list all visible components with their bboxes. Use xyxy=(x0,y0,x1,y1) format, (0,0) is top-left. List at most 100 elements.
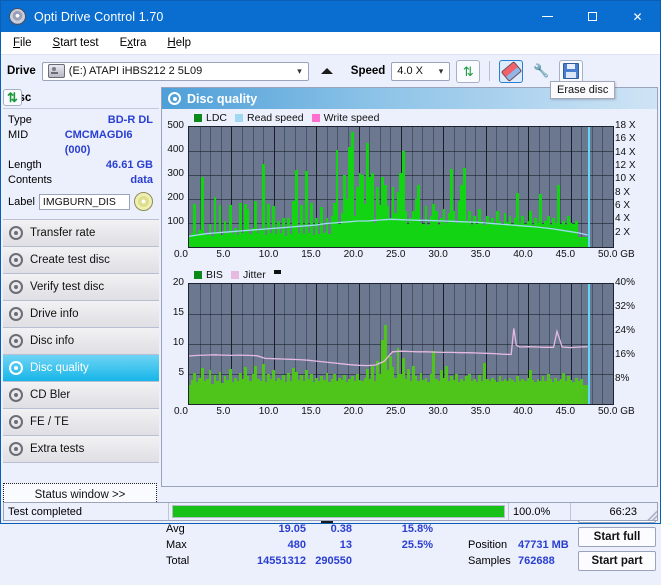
y2-axis-tick-label: 24% xyxy=(615,325,636,336)
legend-swatch-bis xyxy=(194,271,202,279)
chevron-down-icon: ▾ xyxy=(297,65,302,76)
disc-panel-header: Disc ⇅ xyxy=(3,87,159,109)
y2-axis-tick-label: 12 X xyxy=(615,160,636,171)
progress-track xyxy=(172,505,505,518)
progress-fill xyxy=(173,506,504,517)
samples-label: Samples xyxy=(468,555,511,567)
maximize-button[interactable] xyxy=(570,1,615,32)
stats-row-max-label: Max xyxy=(166,539,187,551)
close-button[interactable]: ✕ xyxy=(615,1,660,32)
disc-icon xyxy=(9,253,23,267)
close-icon: ✕ xyxy=(632,9,643,24)
chart-cursor-line xyxy=(587,284,590,404)
y2-axis-tick-label: 32% xyxy=(615,301,636,312)
stats-jitter-avg: 15.8% xyxy=(401,523,433,535)
window-controls: ✕ xyxy=(525,1,660,32)
sidebar-item-extra-tests[interactable]: Extra tests xyxy=(3,436,159,463)
refresh-icon: ⇅ xyxy=(7,90,18,105)
sidebar-item-disc-quality[interactable]: Disc quality xyxy=(3,355,159,382)
sidebar-item-drive-info[interactable]: Drive info xyxy=(3,301,159,328)
stats-jitter-max: 25.5% xyxy=(401,539,433,551)
chevron-down-icon: ▾ xyxy=(438,65,444,76)
save-button[interactable] xyxy=(559,59,584,83)
tools-button[interactable]: 🔧 xyxy=(529,60,553,83)
stats-ldc-avg: 19.05 xyxy=(278,523,306,535)
x-axis-tick-label: 20.0 xyxy=(343,249,364,260)
x-axis-tick-label: 5.0 xyxy=(216,249,231,260)
menu-start-test[interactable]: Start test xyxy=(51,36,101,50)
stats-row-avg-label: Avg xyxy=(166,523,185,535)
status-bar: Test completed 100.0% 66:23 xyxy=(3,502,658,521)
eraser-icon xyxy=(500,60,522,82)
y-axis-tick-label: 20 xyxy=(172,277,184,288)
y-axis-tick-label: 500 xyxy=(167,120,184,131)
legend-swatch-ldc xyxy=(194,114,202,122)
resize-grip-icon[interactable] xyxy=(645,508,657,520)
start-full-button[interactable]: Start full xyxy=(578,527,656,547)
erase-disc-button[interactable] xyxy=(499,59,524,83)
legend-label-read-speed: Read speed xyxy=(247,112,304,124)
legend-swatch-read-speed xyxy=(235,114,244,122)
speed-select[interactable]: 4.0 X ▾ xyxy=(391,61,451,81)
eject-button[interactable] xyxy=(315,60,339,523)
legend-swatch-jitter xyxy=(230,271,239,279)
wrench-icon: 🔧 xyxy=(533,63,550,78)
left-panel: Disc ⇅ Type BD-R DL MID CMCMAGDI6 (000) … xyxy=(1,87,159,506)
y2-axis-tick-label: 40% xyxy=(615,277,636,288)
start-part-button[interactable]: Start part xyxy=(578,551,656,571)
disc-row-mid: MID CMCMAGDI6 (000) xyxy=(8,128,153,158)
app-disc-icon xyxy=(9,8,26,25)
sidebar-item-label: Disc quality xyxy=(30,362,89,374)
disc-icon xyxy=(9,307,23,321)
progress-bar xyxy=(169,503,509,520)
x-axis-tick-label: 0.0 xyxy=(174,249,188,260)
stats-ldc-total: 14551312 xyxy=(257,555,306,567)
legend-label-jitter: Jitter xyxy=(242,269,266,281)
x-axis-tick-label: 45.0 xyxy=(555,249,576,260)
elapsed-time: 66:23 xyxy=(609,505,637,518)
stats-bis-total: 290550 xyxy=(315,555,352,567)
drive-icon xyxy=(47,64,65,78)
scroll-marker-icon xyxy=(273,270,281,274)
y-axis-tick-label: 200 xyxy=(167,192,184,203)
sidebar-item-label: Transfer rate xyxy=(30,227,96,239)
sidebar-item-label: CD Bler xyxy=(30,389,71,401)
disc-icon xyxy=(168,92,181,105)
chart-line-layer xyxy=(189,328,588,367)
disc-icon xyxy=(9,361,23,375)
sidebar-item-label: Verify test disc xyxy=(30,281,105,293)
speed-label: Speed xyxy=(350,65,386,77)
position-label: Position xyxy=(468,539,508,551)
disc-icon xyxy=(9,415,23,429)
disc-row-value: BD-R DL xyxy=(107,114,153,126)
legend-swatch-write-speed xyxy=(311,114,320,122)
y-axis-tick-label: 400 xyxy=(167,144,184,155)
menu-extra[interactable]: Extra xyxy=(118,36,149,50)
menu-help[interactable]: Help xyxy=(165,36,193,50)
sidebar-item-disc-info[interactable]: Disc info xyxy=(3,328,159,355)
refresh-button[interactable]: ⇅ xyxy=(456,59,481,83)
minimize-button[interactable] xyxy=(525,1,570,32)
y2-axis-tick-label: 18 X xyxy=(615,120,636,131)
disc-icon xyxy=(9,280,23,294)
status-text: Test completed xyxy=(4,503,169,520)
sidebar-item-verify-test-disc[interactable]: Verify test disc xyxy=(3,274,159,301)
sidebar-item-fe-te[interactable]: FE / TE xyxy=(3,409,159,436)
sidebar-item-label: Drive info xyxy=(30,308,79,320)
erase-disc-tooltip: Erase disc xyxy=(550,81,616,99)
sidebar-item-create-test-disc[interactable]: Create test disc xyxy=(3,247,159,274)
menu-file[interactable]: File xyxy=(11,36,34,50)
disc-label-row: Label IMGBURN_DIS xyxy=(8,192,153,211)
disc-row-key: Length xyxy=(8,159,42,171)
refresh-icon: ⇅ xyxy=(462,63,474,79)
sidebar-item-transfer-rate[interactable]: Transfer rate xyxy=(3,220,159,247)
minimize-icon xyxy=(542,16,553,17)
top-chart-plot-area xyxy=(188,126,614,248)
drive-select[interactable]: (E:) ATAPI iHBS212 2 5L09 ▾ xyxy=(41,61,309,81)
y-axis-tick-label: 100 xyxy=(167,216,184,227)
y-axis-tick-label: 15 xyxy=(172,307,184,318)
x-axis-tick-label: 25.0 xyxy=(386,406,406,417)
bottom-chart-plot-area xyxy=(188,283,614,405)
disc-refresh-button[interactable]: ⇅ xyxy=(3,89,22,106)
sidebar-item-cd-bler[interactable]: CD Bler xyxy=(3,382,159,409)
